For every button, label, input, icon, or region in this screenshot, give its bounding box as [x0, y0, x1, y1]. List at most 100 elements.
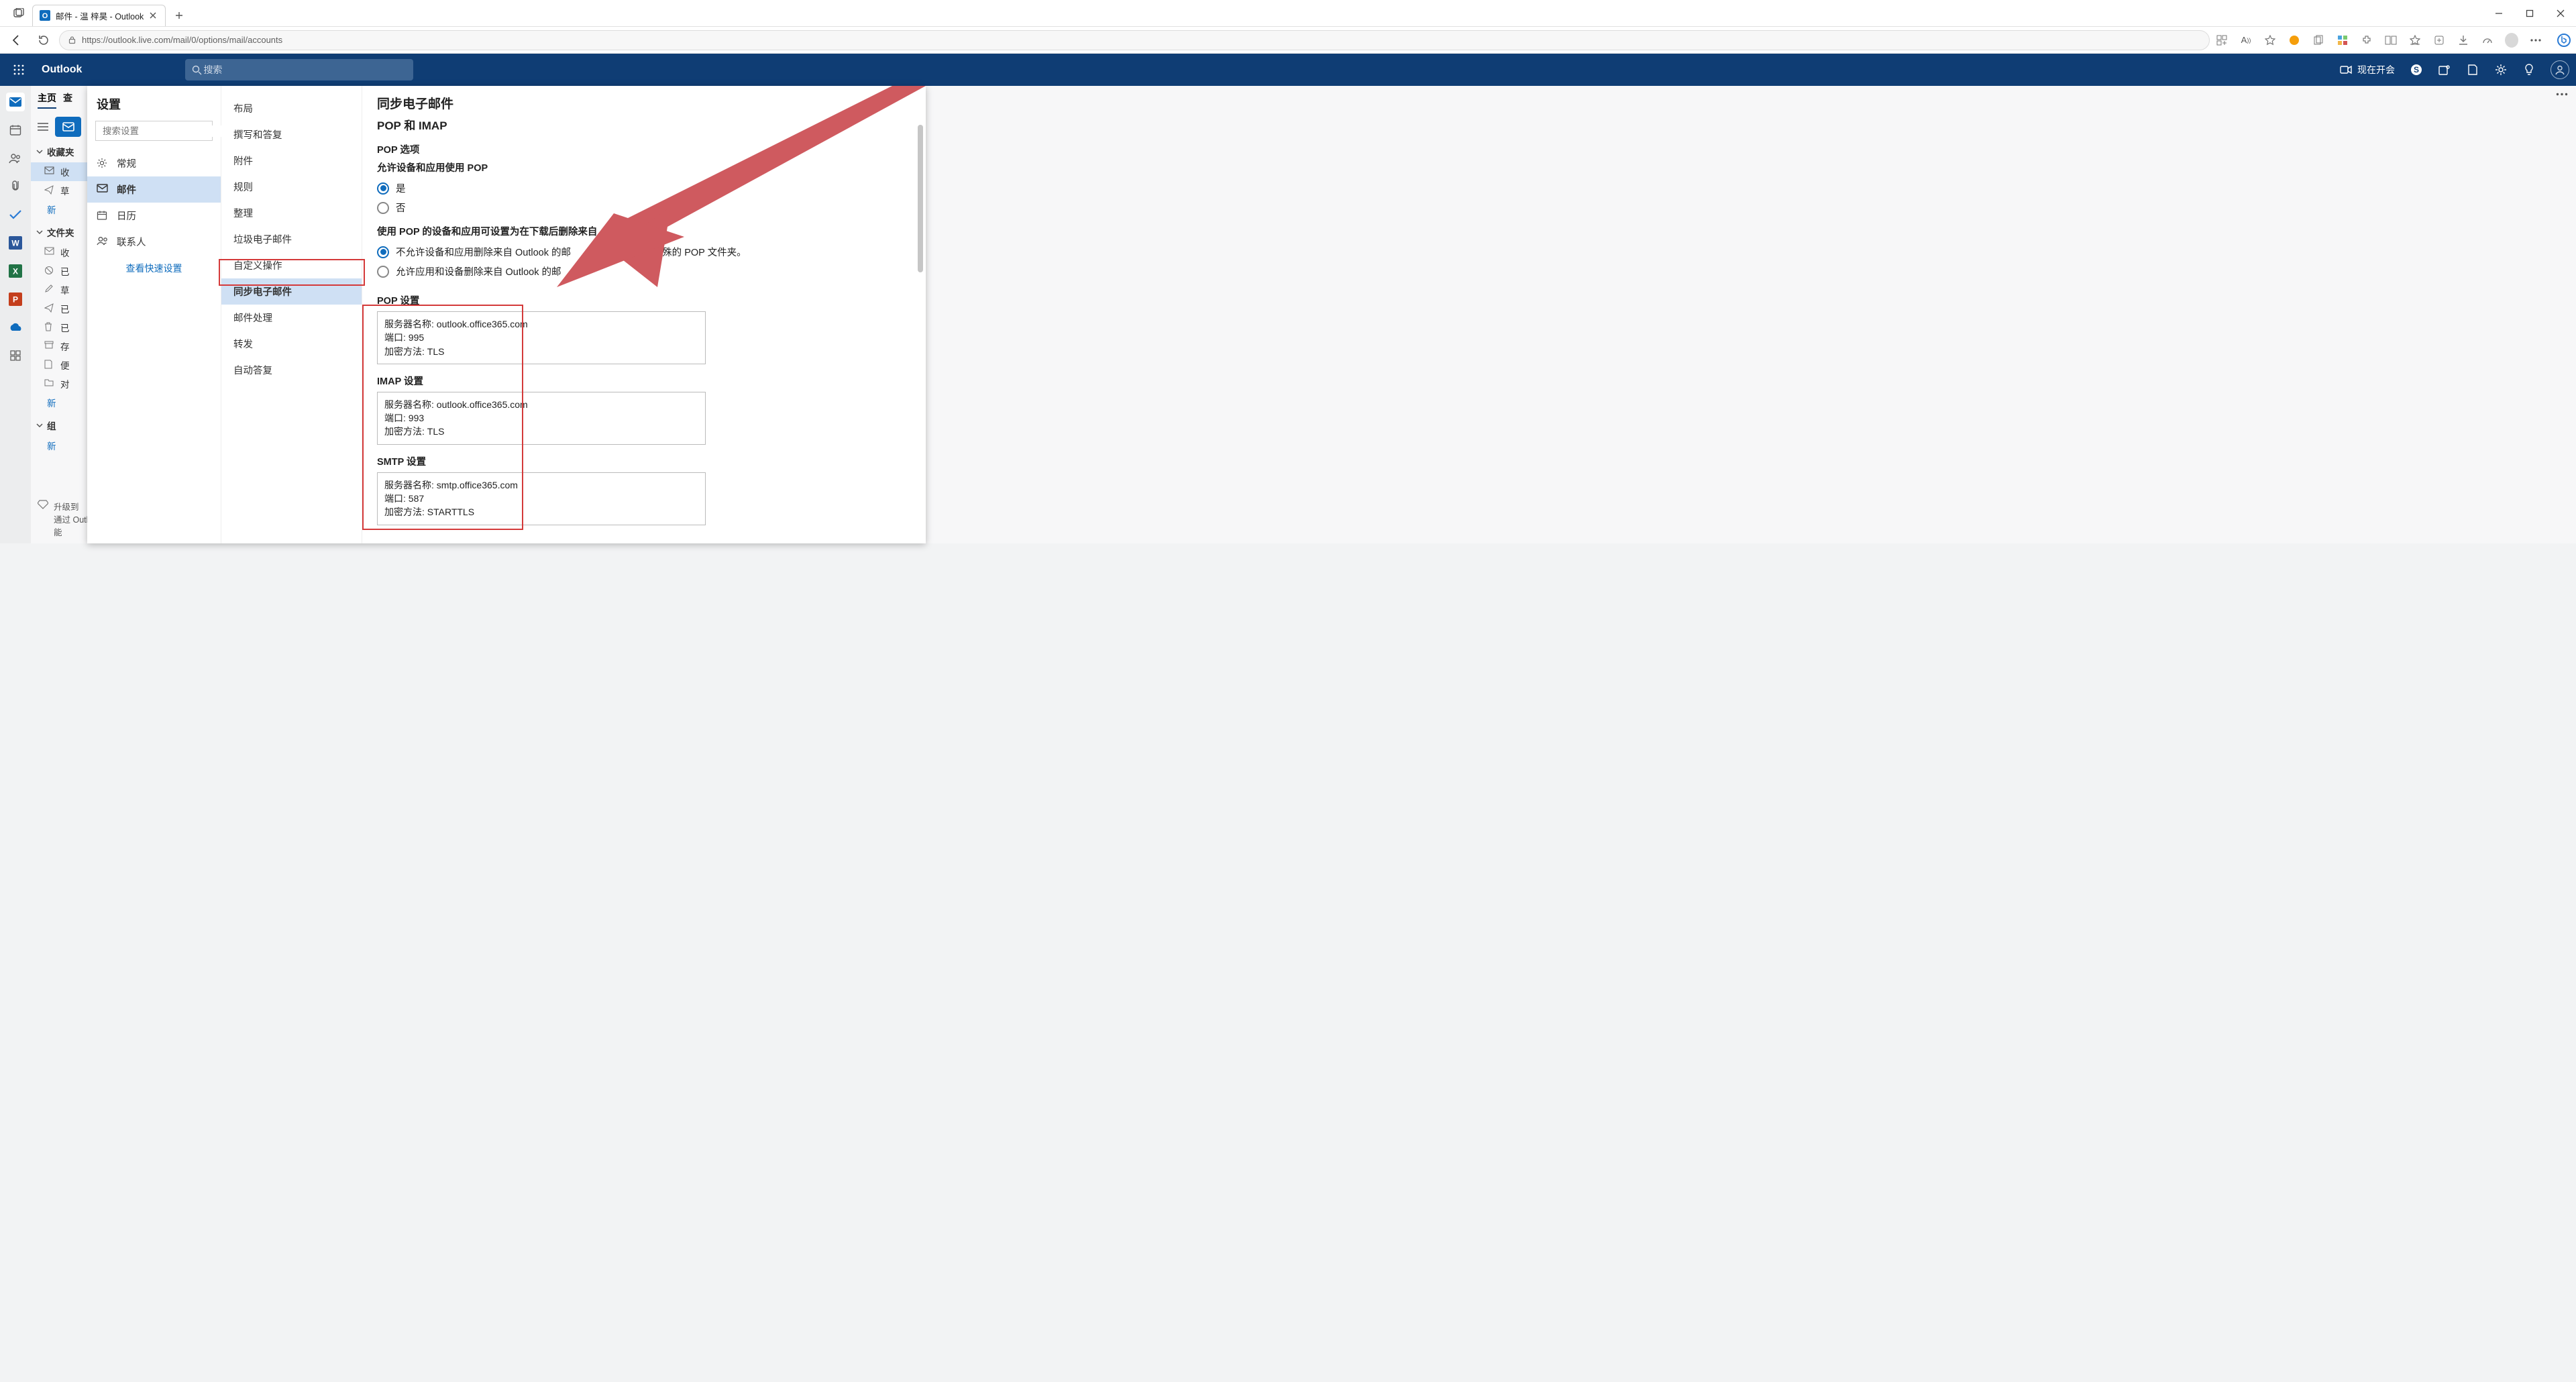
rail-files-icon[interactable] [6, 177, 25, 196]
rail-mail-icon[interactable] [6, 93, 25, 111]
folder-item[interactable]: 收 [31, 243, 88, 262]
settings-cat-calendar[interactable]: 日历 [87, 203, 221, 229]
browser-tab[interactable]: O 邮件 - 温 梓昊 - Outlook [32, 5, 166, 26]
profile-avatar-icon[interactable] [2505, 34, 2518, 47]
section-groups[interactable]: 组 [31, 415, 88, 436]
extension-firefox-icon[interactable] [2288, 34, 2301, 47]
tab-overview-button[interactable] [5, 0, 32, 27]
rail-word-icon[interactable]: W [6, 233, 25, 252]
tab-home[interactable]: 主页 [38, 91, 56, 109]
folder-item[interactable]: 草 [31, 280, 88, 299]
pop-delete-deny[interactable]: 不允许设备和应用删除来自 Outlook 的邮 动到特殊的 POP 文件夹。 [377, 242, 911, 262]
folder-inbox[interactable]: 收 [31, 162, 88, 181]
add-group-link[interactable]: 新 [31, 436, 88, 458]
sub-handling[interactable]: 邮件处理 [221, 305, 362, 331]
settings-gear-icon[interactable] [2494, 63, 2508, 76]
rail-excel-icon[interactable]: X [6, 262, 25, 280]
window-titlebar: O 邮件 - 温 梓昊 - Outlook [0, 0, 2576, 27]
sub-sync[interactable]: 同步电子邮件 [221, 278, 362, 305]
favorite-star-icon[interactable] [2263, 34, 2277, 47]
folder-drafts[interactable]: 草 [31, 181, 88, 200]
compose-button[interactable] [55, 117, 81, 137]
command-overflow-icon[interactable] [2556, 93, 2568, 96]
rail-calendar-icon[interactable] [6, 121, 25, 140]
sub-rules[interactable]: 规则 [221, 174, 362, 200]
pop-delete-allow[interactable]: 允许应用和设备删除来自 Outlook 的邮 [377, 262, 911, 281]
skype-icon[interactable]: S [2410, 63, 2423, 76]
split-screen-icon[interactable] [2384, 34, 2398, 47]
scrollbar-thumb[interactable] [918, 125, 923, 272]
suite-search-input[interactable] [202, 64, 407, 76]
tips-bulb-icon[interactable] [2522, 63, 2536, 76]
section-favorites[interactable]: 收藏夹 [31, 141, 88, 162]
sub-layout[interactable]: 布局 [221, 95, 362, 121]
folder-item[interactable]: 已 [31, 262, 88, 280]
hamburger-icon[interactable] [38, 123, 48, 131]
folder-item[interactable]: 便 [31, 356, 88, 374]
settings-search[interactable] [95, 121, 213, 141]
rail-onedrive-icon[interactable] [6, 318, 25, 337]
rail-people-icon[interactable] [6, 149, 25, 168]
add-folder-link[interactable]: 新 [31, 393, 88, 415]
rail-todo-icon[interactable] [6, 205, 25, 224]
section-folders[interactable]: 文件夹 [31, 221, 88, 243]
sub-junk[interactable]: 垃圾电子邮件 [221, 226, 362, 252]
tab-view[interactable]: 查 [63, 91, 72, 109]
read-aloud-icon[interactable]: A)) [2239, 34, 2253, 47]
more-menu-icon[interactable] [2529, 34, 2542, 47]
gear-icon [97, 158, 109, 170]
folder-item[interactable]: 对 [31, 374, 88, 393]
pop-allow-yes[interactable]: 是 [377, 178, 911, 198]
suite-header: Outlook 现在开会 S [0, 54, 2576, 86]
settings-cat-general[interactable]: 常规 [87, 150, 221, 176]
teams-icon[interactable] [2438, 63, 2451, 76]
folder-item[interactable]: 已 [31, 299, 88, 318]
meet-now-button[interactable]: 现在开会 [2340, 63, 2395, 76]
extension-badge-icon[interactable] [2336, 34, 2349, 47]
edit-pencil-icon [44, 284, 55, 295]
refresh-button[interactable] [32, 30, 54, 51]
address-bar[interactable]: https://outlook.live.com/mail/0/options/… [59, 30, 2210, 50]
content-scrollbar[interactable] [918, 98, 923, 531]
window-close-button[interactable] [2545, 0, 2576, 27]
collections-icon[interactable] [2312, 34, 2325, 47]
folder-item[interactable]: 已 [31, 318, 88, 337]
svg-text:S: S [2414, 65, 2419, 74]
sub-autoreply[interactable]: 自动答复 [221, 357, 362, 383]
window-minimize-button[interactable] [2483, 0, 2514, 27]
performance-icon[interactable] [2481, 34, 2494, 47]
rail-more-apps-icon[interactable] [6, 346, 25, 365]
extensions-icon[interactable] [2360, 34, 2373, 47]
add-favorite-link[interactable]: 新 [31, 200, 88, 221]
account-avatar-icon[interactable] [2551, 60, 2569, 79]
sub-sweep[interactable]: 整理 [221, 200, 362, 226]
settings-title: 设置 [97, 95, 221, 113]
quick-settings-link[interactable]: 查看快速设置 [87, 255, 221, 282]
folder-item[interactable]: 存 [31, 337, 88, 356]
sub-custom[interactable]: 自定义操作 [221, 252, 362, 278]
settings-cat-people[interactable]: 联系人 [87, 229, 221, 255]
notes-icon[interactable] [2466, 63, 2479, 76]
close-tab-icon[interactable] [148, 10, 158, 21]
pop-allow-no[interactable]: 否 [377, 198, 911, 217]
favorites-bar-icon[interactable] [2408, 34, 2422, 47]
new-tab-button[interactable] [170, 6, 189, 25]
downloads-icon[interactable] [2457, 34, 2470, 47]
settings-cat-mail[interactable]: 邮件 [87, 176, 221, 203]
bing-chat-icon[interactable] [2557, 34, 2571, 47]
sub-compose[interactable]: 撰写和答复 [221, 121, 362, 148]
diamond-icon [38, 500, 48, 509]
back-button[interactable] [5, 30, 27, 51]
window-maximize-button[interactable] [2514, 0, 2545, 27]
sub-attachments[interactable]: 附件 [221, 148, 362, 174]
app-install-icon[interactable] [2215, 34, 2229, 47]
rail-powerpoint-icon[interactable]: P [6, 290, 25, 309]
send-icon [44, 303, 55, 314]
outlook-favicon-icon: O [40, 10, 50, 21]
app-launcher-icon[interactable] [7, 58, 31, 82]
sub-forwarding[interactable]: 转发 [221, 331, 362, 357]
settings-search-input[interactable] [101, 125, 223, 137]
collections2-icon[interactable] [2432, 34, 2446, 47]
suite-search[interactable] [185, 59, 413, 81]
calendar-icon [97, 210, 109, 222]
